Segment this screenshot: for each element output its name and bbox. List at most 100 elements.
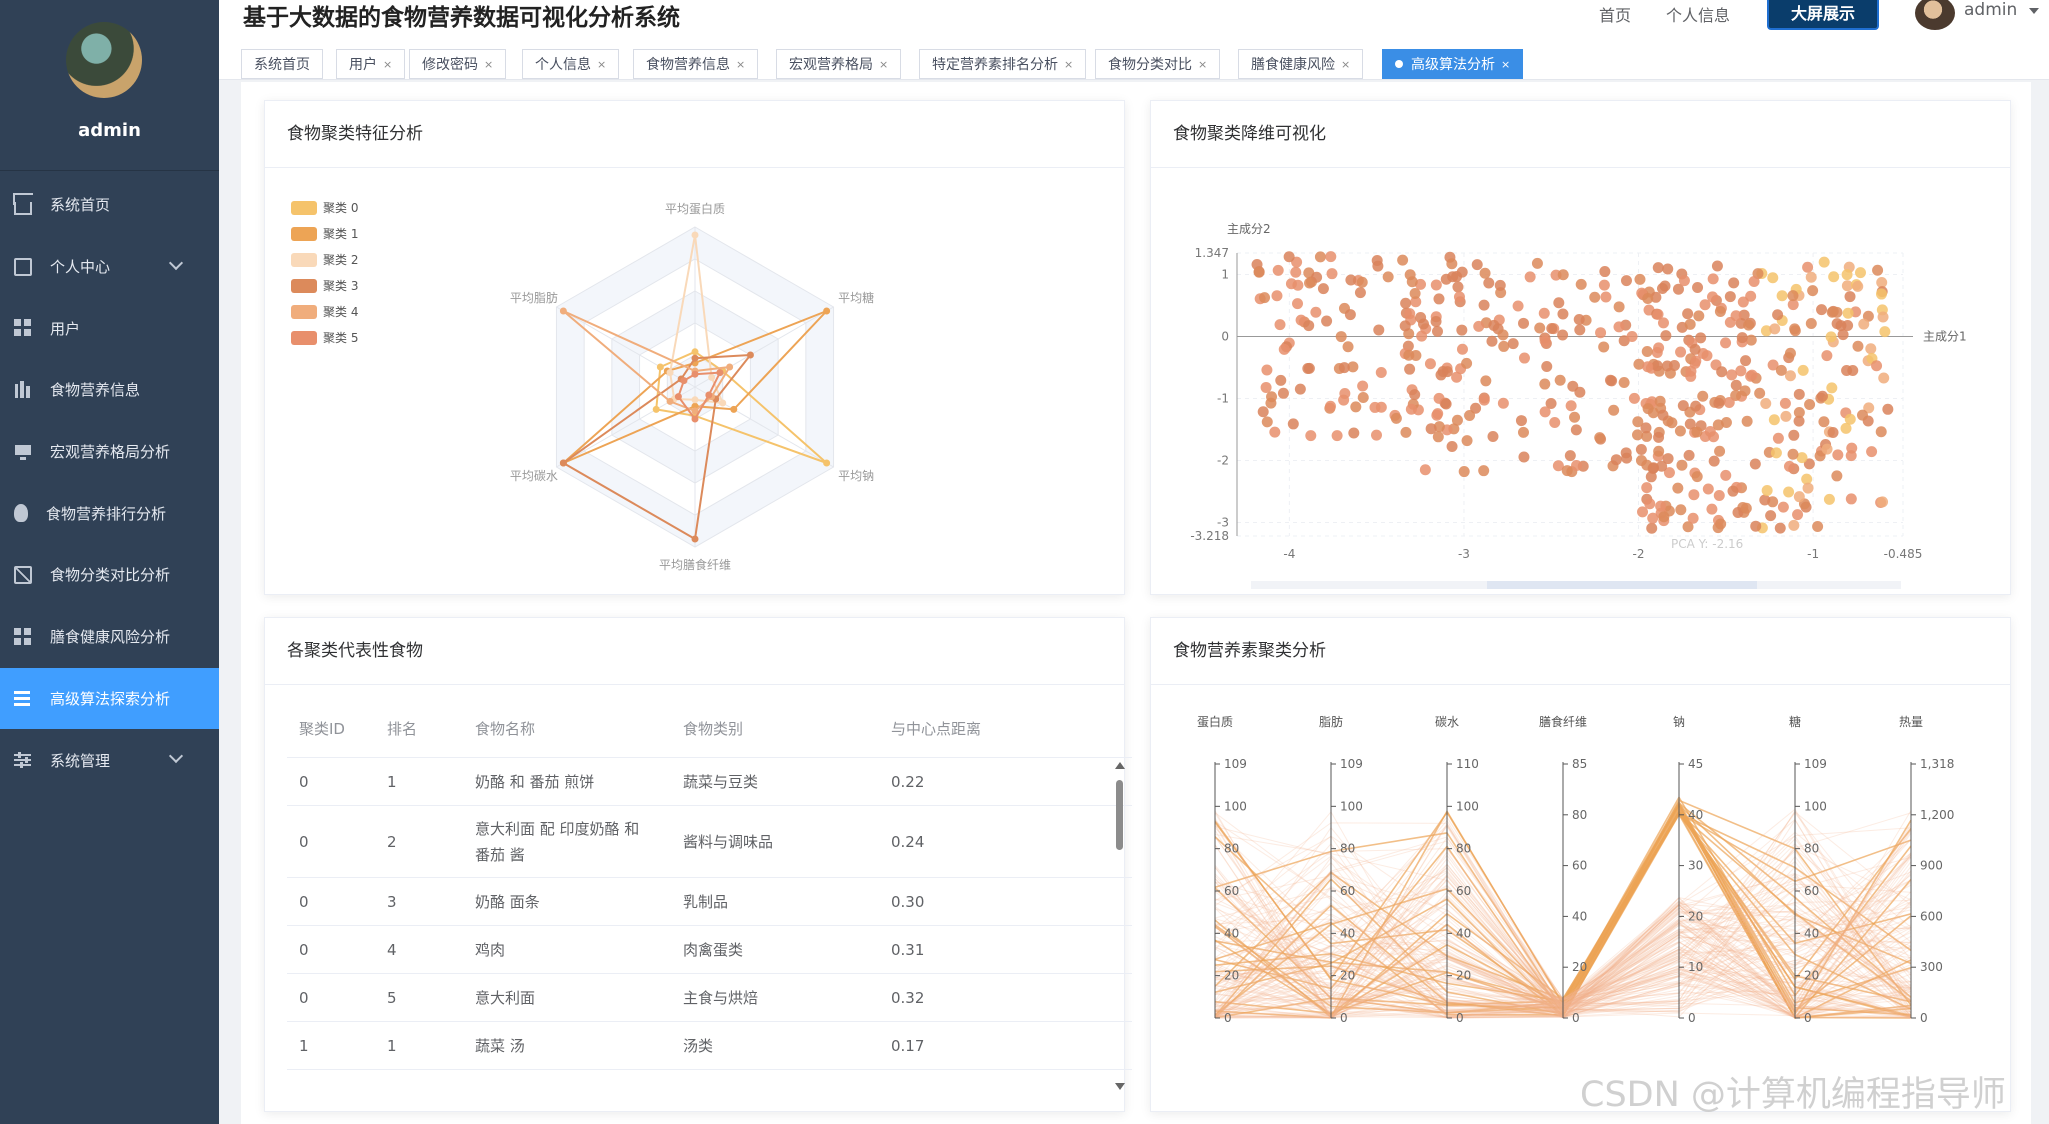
scatter-point[interactable] bbox=[1641, 482, 1653, 494]
scatter-point[interactable] bbox=[1707, 273, 1719, 285]
scatter-point[interactable] bbox=[1518, 352, 1530, 364]
scatter-point[interactable] bbox=[1706, 503, 1718, 515]
scatter-point[interactable] bbox=[1524, 271, 1536, 283]
scatter-point[interactable] bbox=[1456, 343, 1468, 355]
scatter-point[interactable] bbox=[1846, 442, 1858, 454]
scatter-point[interactable] bbox=[1675, 346, 1687, 358]
sidebar-item-8[interactable]: 高级算法探索分析 bbox=[0, 667, 219, 730]
scatter-point[interactable] bbox=[1684, 318, 1696, 330]
scatter-point[interactable] bbox=[1541, 360, 1553, 372]
scatter-point[interactable] bbox=[1278, 343, 1290, 355]
caret-down-icon[interactable] bbox=[2029, 8, 2039, 14]
scatter-point[interactable] bbox=[1451, 371, 1463, 383]
radar-point[interactable] bbox=[666, 369, 674, 377]
scatter-point[interactable] bbox=[1723, 396, 1735, 408]
scatter-point[interactable] bbox=[1776, 290, 1788, 302]
scatter-point[interactable] bbox=[1875, 426, 1887, 438]
tab-9[interactable]: 高级算法分析 × bbox=[1382, 49, 1524, 79]
scatter-point[interactable] bbox=[1570, 424, 1582, 436]
scatter-point[interactable] bbox=[1760, 398, 1772, 410]
scatter-point[interactable] bbox=[1702, 483, 1714, 495]
scatter-point[interactable] bbox=[1400, 426, 1412, 438]
scatter-point[interactable] bbox=[1446, 440, 1458, 452]
scatter-point[interactable] bbox=[1534, 322, 1546, 334]
scatter-point[interactable] bbox=[1882, 403, 1894, 415]
tab-4[interactable]: 食物营养信息 × bbox=[633, 49, 759, 79]
scatter-point[interactable] bbox=[1452, 281, 1464, 293]
radar-point[interactable] bbox=[691, 396, 699, 404]
scatter-point[interactable] bbox=[1440, 273, 1452, 285]
scatter-point[interactable] bbox=[1793, 388, 1805, 400]
scatter-point[interactable] bbox=[1802, 261, 1814, 273]
scatter-point[interactable] bbox=[1512, 300, 1524, 312]
scatter-point[interactable] bbox=[1845, 493, 1857, 505]
scatter-point[interactable] bbox=[1553, 297, 1565, 309]
scatter-point[interactable] bbox=[1594, 432, 1606, 444]
radar-point[interactable] bbox=[691, 370, 699, 378]
scatter-point[interactable] bbox=[1672, 482, 1684, 494]
header-username[interactable]: admin bbox=[1964, 0, 2017, 20]
scatter-point[interactable] bbox=[1804, 398, 1816, 410]
scatter-point[interactable] bbox=[1451, 414, 1463, 426]
scatter-point[interactable] bbox=[1674, 425, 1686, 437]
radar-point[interactable] bbox=[652, 405, 660, 413]
sidebar-item-6[interactable]: 食物分类对比分析 bbox=[0, 544, 219, 606]
scatter-point[interactable] bbox=[1635, 443, 1647, 455]
radar-point[interactable] bbox=[656, 363, 664, 371]
scatter-point[interactable] bbox=[1404, 363, 1416, 375]
scatter-point[interactable] bbox=[1651, 360, 1663, 372]
scatter-point[interactable] bbox=[1767, 272, 1779, 284]
scatter-point[interactable] bbox=[1461, 435, 1473, 447]
scatter-point[interactable] bbox=[1754, 387, 1766, 399]
scatter-point[interactable] bbox=[1494, 279, 1506, 291]
parallel-chart[interactable]: 蛋白质109100806040200脂肪109100806040200碳水110… bbox=[1151, 618, 2012, 1113]
scatter-point[interactable] bbox=[1743, 319, 1755, 331]
scatter-point[interactable] bbox=[1317, 283, 1329, 295]
user-avatar[interactable] bbox=[66, 22, 142, 98]
scatter-point[interactable] bbox=[1807, 285, 1819, 297]
scatter-point[interactable] bbox=[1564, 450, 1576, 462]
tab-6[interactable]: 特定营养素排名分析 × bbox=[919, 49, 1087, 79]
scatter-point[interactable] bbox=[1354, 287, 1366, 299]
scatter-point[interactable] bbox=[1357, 380, 1369, 392]
scatter-point[interactable] bbox=[1478, 394, 1490, 406]
table-row[interactable]: 0 5 意大利面 主食与烘焙 0.32 bbox=[287, 974, 1132, 1022]
scatter-point[interactable] bbox=[1823, 493, 1835, 505]
scatter-point[interactable] bbox=[1641, 346, 1653, 358]
scatter-point[interactable] bbox=[1792, 509, 1804, 521]
scatter-point[interactable] bbox=[1866, 446, 1878, 458]
scatter-point[interactable] bbox=[1488, 319, 1500, 331]
scatter-point[interactable] bbox=[1652, 308, 1664, 320]
radar-point[interactable] bbox=[691, 415, 699, 423]
scatter-point[interactable] bbox=[1688, 489, 1700, 501]
scatter-point[interactable] bbox=[1456, 324, 1468, 336]
radar-point[interactable] bbox=[691, 231, 699, 239]
scatter-point[interactable] bbox=[1858, 318, 1870, 330]
scatter-point[interactable] bbox=[1856, 409, 1868, 421]
scatter-point[interactable] bbox=[1458, 466, 1470, 478]
scatter-point[interactable] bbox=[1842, 307, 1854, 319]
scatter-point[interactable] bbox=[1344, 309, 1356, 321]
scatter-point[interactable] bbox=[1620, 275, 1632, 287]
scatter-point[interactable] bbox=[1425, 423, 1437, 435]
radar-point[interactable] bbox=[691, 348, 699, 356]
scatter-point[interactable] bbox=[1604, 374, 1616, 386]
scatter-point[interactable] bbox=[1480, 375, 1492, 387]
scatter-point[interactable] bbox=[1598, 341, 1610, 353]
scatter-point[interactable] bbox=[1415, 312, 1427, 324]
table-row[interactable]: 0 1 奶酪 和 番茄 煎饼 蔬菜与豆类 0.22 bbox=[287, 758, 1132, 806]
scatter-point[interactable] bbox=[1424, 358, 1436, 370]
datazoom-handle[interactable] bbox=[1487, 581, 1757, 589]
scatter-point[interactable] bbox=[1828, 271, 1840, 283]
scatter-point[interactable] bbox=[1600, 291, 1612, 303]
scatter-point[interactable] bbox=[1841, 269, 1853, 281]
scatter-point[interactable] bbox=[1453, 291, 1465, 303]
tab-7[interactable]: 食物分类对比 × bbox=[1095, 49, 1221, 79]
scatter-point[interactable] bbox=[1404, 308, 1416, 320]
scatter-point[interactable] bbox=[1793, 491, 1805, 503]
scatter-point[interactable] bbox=[1498, 340, 1510, 352]
scatter-point[interactable] bbox=[1370, 429, 1382, 441]
scatter-point[interactable] bbox=[1668, 359, 1680, 371]
scatter-point[interactable] bbox=[1713, 489, 1725, 501]
scatter-point[interactable] bbox=[1253, 266, 1265, 278]
